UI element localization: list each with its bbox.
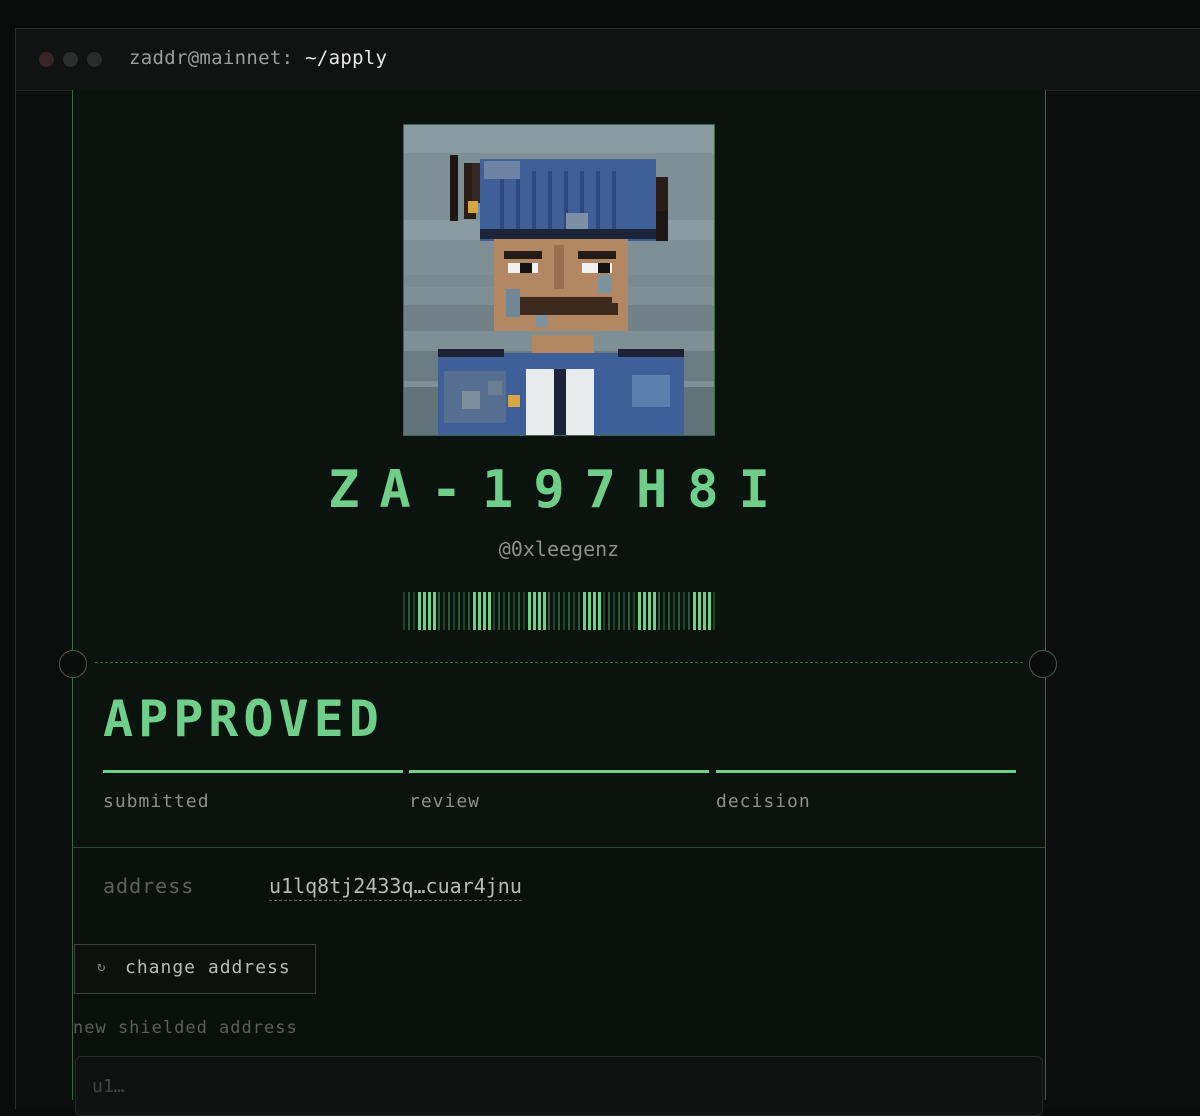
progress-bar — [409, 770, 709, 773]
avatar — [403, 124, 715, 436]
progress-step-review: review — [409, 770, 709, 812]
barcode-bar — [413, 592, 415, 630]
barcode-bar — [418, 592, 421, 630]
barcode-bar — [648, 592, 651, 630]
ticket-notch-left — [59, 650, 87, 678]
status-heading: APPROVED — [103, 690, 384, 748]
barcode-bar — [553, 592, 555, 630]
progress-step-decision: decision — [716, 770, 1016, 812]
change-address-label: change address — [125, 957, 291, 978]
new-address-label: new shielded address — [73, 1018, 298, 1038]
barcode-bar — [668, 592, 670, 630]
barcode-bar — [678, 592, 680, 630]
barcode-bar — [658, 592, 660, 630]
barcode-bar — [513, 592, 515, 630]
barcode-bar — [408, 592, 410, 630]
ticket-notch-right — [1029, 650, 1057, 678]
barcode-bar — [468, 592, 470, 630]
title-directory: ~/apply — [305, 47, 388, 69]
barcode-bar — [653, 592, 656, 630]
perforation-line — [95, 662, 1023, 663]
barcode-bar — [693, 592, 696, 630]
barcode-graphic — [403, 592, 715, 630]
barcode-bar — [498, 592, 500, 630]
barcode-bar — [503, 592, 505, 630]
applicant-handle: @0xleegenz — [498, 537, 620, 561]
barcode-bar — [543, 592, 546, 630]
barcode-bar — [708, 592, 711, 630]
barcode-bar — [628, 592, 630, 630]
barcode-bar — [608, 592, 610, 630]
barcode-bar — [463, 592, 465, 630]
barcode-bar — [483, 592, 486, 630]
barcode-bar — [603, 592, 605, 630]
title-user-host: zaddr@mainnet: — [129, 47, 294, 69]
progress-step-label: submitted — [103, 791, 210, 812]
progress-step-label: review — [409, 791, 481, 812]
barcode-bar — [438, 592, 440, 630]
barcode-bar — [673, 592, 675, 630]
barcode-bar — [403, 592, 405, 630]
progress-step-label: decision — [716, 791, 811, 812]
change-address-button[interactable]: ↻ change address — [74, 944, 316, 994]
barcode-bar — [633, 592, 635, 630]
barcode-bar — [613, 592, 615, 630]
application-card: ZA-197H8I @0xleegenz APPROVED submitted … — [59, 90, 1057, 1116]
barcode-bar — [623, 592, 625, 630]
barcode-bar — [703, 592, 706, 630]
barcode-bar — [453, 592, 455, 630]
barcode-bar — [638, 592, 641, 630]
barcode-bar — [458, 592, 460, 630]
barcode-bar — [568, 592, 570, 630]
barcode-bar — [508, 592, 510, 630]
new-address-input[interactable] — [75, 1056, 1043, 1116]
barcode-bar — [558, 592, 560, 630]
barcode-bar — [478, 592, 481, 630]
barcode-bar — [443, 592, 445, 630]
barcode-bar — [523, 592, 525, 630]
barcode-bar — [663, 592, 665, 630]
address-label: address — [103, 874, 195, 898]
barcode-bar — [598, 592, 601, 630]
barcode-bar — [488, 592, 491, 630]
barcode-bar — [473, 592, 476, 630]
barcode-bar — [528, 592, 531, 630]
barcode-bar — [563, 592, 565, 630]
barcode-bar — [583, 592, 586, 630]
progress-step-submitted: submitted — [103, 770, 403, 812]
barcode-bar — [618, 592, 620, 630]
barcode-bar — [593, 592, 596, 630]
maximize-window-button[interactable] — [87, 52, 102, 67]
barcode-bar — [493, 592, 495, 630]
barcode-bar — [433, 592, 436, 630]
title-bar: zaddr@mainnet: ~/apply — [16, 29, 1200, 91]
address-section: address u1lq8tj2433q…cuar4jnu ↻ change a… — [73, 848, 1045, 1116]
barcode-bar — [423, 592, 426, 630]
progress-bar — [103, 770, 403, 773]
minimize-window-button[interactable] — [63, 52, 78, 67]
barcode-bar — [573, 592, 575, 630]
barcode-bar — [428, 592, 431, 630]
barcode-bar — [713, 592, 715, 630]
barcode-bar — [448, 592, 450, 630]
progress-bar — [716, 770, 1016, 773]
barcode-bar — [538, 592, 541, 630]
barcode-bar — [688, 592, 690, 630]
pixel-portrait — [404, 125, 714, 435]
close-window-button[interactable] — [39, 52, 54, 67]
address-value[interactable]: u1lq8tj2433q…cuar4jnu — [269, 874, 522, 901]
refresh-icon: ↻ — [97, 959, 106, 975]
barcode-bar — [548, 592, 550, 630]
barcode-bar — [533, 592, 536, 630]
barcode-bar — [643, 592, 646, 630]
barcode-bar — [588, 592, 591, 630]
barcode-bar — [578, 592, 580, 630]
applicant-code: ZA-197H8I — [328, 460, 790, 520]
barcode-bar — [698, 592, 701, 630]
barcode-bar — [518, 592, 520, 630]
window-title: zaddr@mainnet: ~/apply — [129, 47, 387, 69]
barcode-bar — [683, 592, 685, 630]
